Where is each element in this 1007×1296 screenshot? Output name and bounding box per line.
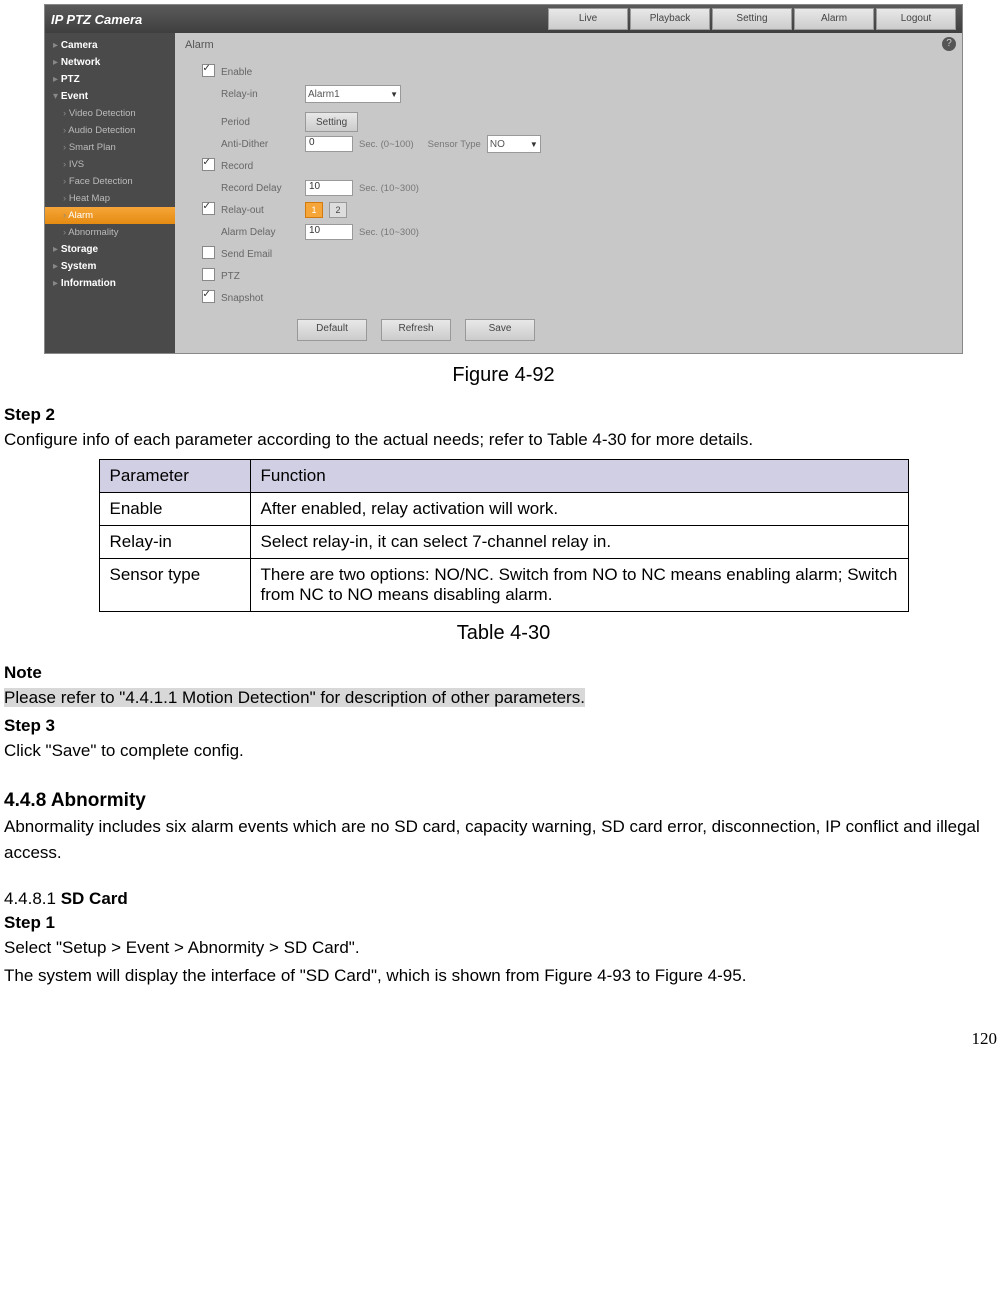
- snapshot-label: Snapshot: [221, 293, 299, 304]
- table-header-param: Parameter: [99, 460, 250, 493]
- sub-step1-text1: Select "Setup > Event > Abnormity > SD C…: [4, 935, 1003, 961]
- sensor-type-label: Sensor Type: [428, 139, 481, 150]
- refresh-button[interactable]: Refresh: [381, 319, 451, 341]
- record-checkbox[interactable]: [202, 158, 215, 171]
- page-number: 120: [4, 1029, 1003, 1049]
- sensor-type-select[interactable]: NO ▼: [487, 135, 541, 153]
- section-448-text: Abnormality includes six alarm events wh…: [4, 814, 1003, 867]
- relay-out-checkbox[interactable]: [202, 202, 215, 215]
- table-row: Relay-in Select relay-in, it can select …: [99, 526, 908, 559]
- record-delay-hint: Sec. (10~300): [359, 183, 419, 194]
- note-title: Note: [4, 663, 1003, 683]
- period-setting-button[interactable]: Setting: [305, 112, 358, 132]
- sidebar-information[interactable]: Information: [45, 275, 175, 292]
- sidebar-face-detection[interactable]: Face Detection: [45, 173, 175, 190]
- sidebar-audio-detection[interactable]: Audio Detection: [45, 122, 175, 139]
- sidebar-ivs[interactable]: IVS: [45, 156, 175, 173]
- default-button[interactable]: Default: [297, 319, 367, 341]
- record-label: Record: [221, 161, 299, 172]
- step3-text: Click "Save" to complete config.: [4, 738, 1003, 764]
- tab-logout[interactable]: Logout: [876, 8, 956, 30]
- enable-checkbox[interactable]: [202, 64, 215, 77]
- sidebar-abnormality[interactable]: Abnormality: [45, 224, 175, 241]
- relay-in-select[interactable]: Alarm1 ▼: [305, 85, 401, 103]
- sidebar-system[interactable]: System: [45, 258, 175, 275]
- send-email-label: Send Email: [221, 249, 299, 260]
- tab-alarm[interactable]: Alarm: [794, 8, 874, 30]
- record-delay-input[interactable]: 10: [305, 180, 353, 196]
- panel-title: Alarm: [185, 39, 952, 61]
- save-button[interactable]: Save: [465, 319, 535, 341]
- sensor-type-value: NO: [490, 139, 505, 150]
- step2-text: Configure info of each parameter accordi…: [4, 427, 1003, 453]
- relay-out-chip-1[interactable]: 1: [305, 202, 323, 218]
- enable-label: Enable: [221, 67, 299, 78]
- relay-out-chip-2[interactable]: 2: [329, 202, 347, 218]
- anti-dither-hint: Sec. (0~100): [359, 139, 414, 150]
- relay-out-label: Relay-out: [221, 205, 299, 216]
- sidebar-heat-map[interactable]: Heat Map: [45, 190, 175, 207]
- app-title: IP PTZ Camera: [51, 12, 548, 27]
- sidebar-smart-plan[interactable]: Smart Plan: [45, 139, 175, 156]
- subsection-4481-heading: 4.4.8.1 SD Card: [4, 889, 1003, 909]
- tab-playback[interactable]: Playback: [630, 8, 710, 30]
- step3-title: Step 3: [4, 716, 1003, 736]
- ptz-label: PTZ: [221, 271, 299, 282]
- screenshot-app: IP PTZ Camera Live Playback Setting Alar…: [44, 4, 963, 354]
- tab-setting[interactable]: Setting: [712, 8, 792, 30]
- note-text: Please refer to "4.4.1.1 Motion Detectio…: [4, 688, 585, 707]
- sidebar-video-detection[interactable]: Video Detection: [45, 105, 175, 122]
- period-label: Period: [221, 117, 299, 128]
- section-448-heading: 4.4.8 Abnormity: [4, 790, 1003, 812]
- chevron-down-icon: ▼: [390, 90, 398, 99]
- relay-in-value: Alarm1: [308, 89, 340, 100]
- chevron-down-icon: ▼: [530, 140, 538, 149]
- figure-caption: Figure 4-92: [4, 364, 1003, 387]
- sidebar-event[interactable]: Event: [45, 88, 175, 105]
- table-caption: Table 4-30: [4, 622, 1003, 645]
- parameter-table: Parameter Function Enable After enabled,…: [99, 459, 909, 612]
- sidebar-storage[interactable]: Storage: [45, 241, 175, 258]
- alarm-delay-input[interactable]: 10: [305, 224, 353, 240]
- app-body: Camera Network PTZ Event Video Detection…: [45, 33, 962, 353]
- table-header-func: Function: [250, 460, 908, 493]
- settings-panel: ? Alarm Enable Relay-in Alarm1 ▼: [175, 33, 962, 353]
- snapshot-checkbox[interactable]: [202, 290, 215, 303]
- help-icon[interactable]: ?: [942, 37, 956, 51]
- sub-step1-title: Step 1: [4, 913, 1003, 933]
- top-tabs: Live Playback Setting Alarm Logout: [548, 8, 956, 30]
- sidebar-network[interactable]: Network: [45, 54, 175, 71]
- ptz-checkbox[interactable]: [202, 268, 215, 281]
- step2-title: Step 2: [4, 405, 1003, 425]
- sidebar-ptz[interactable]: PTZ: [45, 71, 175, 88]
- sub-step1-text2: The system will display the interface of…: [4, 963, 1003, 989]
- table-row: Sensor type There are two options: NO/NC…: [99, 559, 908, 612]
- table-row: Enable After enabled, relay activation w…: [99, 493, 908, 526]
- sidebar-camera[interactable]: Camera: [45, 37, 175, 54]
- app-header: IP PTZ Camera Live Playback Setting Alar…: [45, 5, 962, 33]
- send-email-checkbox[interactable]: [202, 246, 215, 259]
- anti-dither-label: Anti-Dither: [221, 139, 299, 150]
- alarm-delay-label: Alarm Delay: [221, 227, 299, 238]
- sidebar-alarm[interactable]: Alarm: [45, 207, 175, 224]
- sidebar: Camera Network PTZ Event Video Detection…: [45, 33, 175, 353]
- anti-dither-input[interactable]: 0: [305, 136, 353, 152]
- record-delay-label: Record Delay: [221, 183, 299, 194]
- tab-live[interactable]: Live: [548, 8, 628, 30]
- relay-in-label: Relay-in: [221, 89, 299, 100]
- alarm-delay-hint: Sec. (10~300): [359, 227, 419, 238]
